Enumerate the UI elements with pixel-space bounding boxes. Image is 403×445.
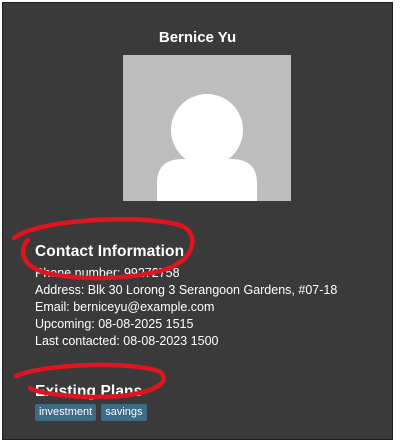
address-text: Address: Blk 30 Lorong 3 Serangoon Garde… — [35, 283, 338, 297]
plan-tag-investment: investment — [35, 404, 97, 421]
contact-information-heading: Contact Information — [35, 243, 185, 260]
phone-number-text: Phone number: 99272758 — [35, 266, 180, 280]
plan-tag-savings: savings — [101, 404, 147, 421]
plan-tags: investment savings — [35, 404, 147, 421]
existing-plans-heading: Existing Plans — [35, 383, 143, 400]
upcoming-text: Upcoming: 08-08-2025 1515 — [35, 317, 194, 331]
person-placeholder-icon — [123, 55, 291, 201]
last-contacted-text: Last contacted: 08-08-2023 1500 — [35, 334, 219, 348]
email-text: Email: berniceyu@example.com — [35, 300, 215, 314]
person-details-panel: Bernice Yu Contact Information Phone num… — [2, 2, 393, 440]
person-name: Bernice Yu — [158, 29, 237, 46]
